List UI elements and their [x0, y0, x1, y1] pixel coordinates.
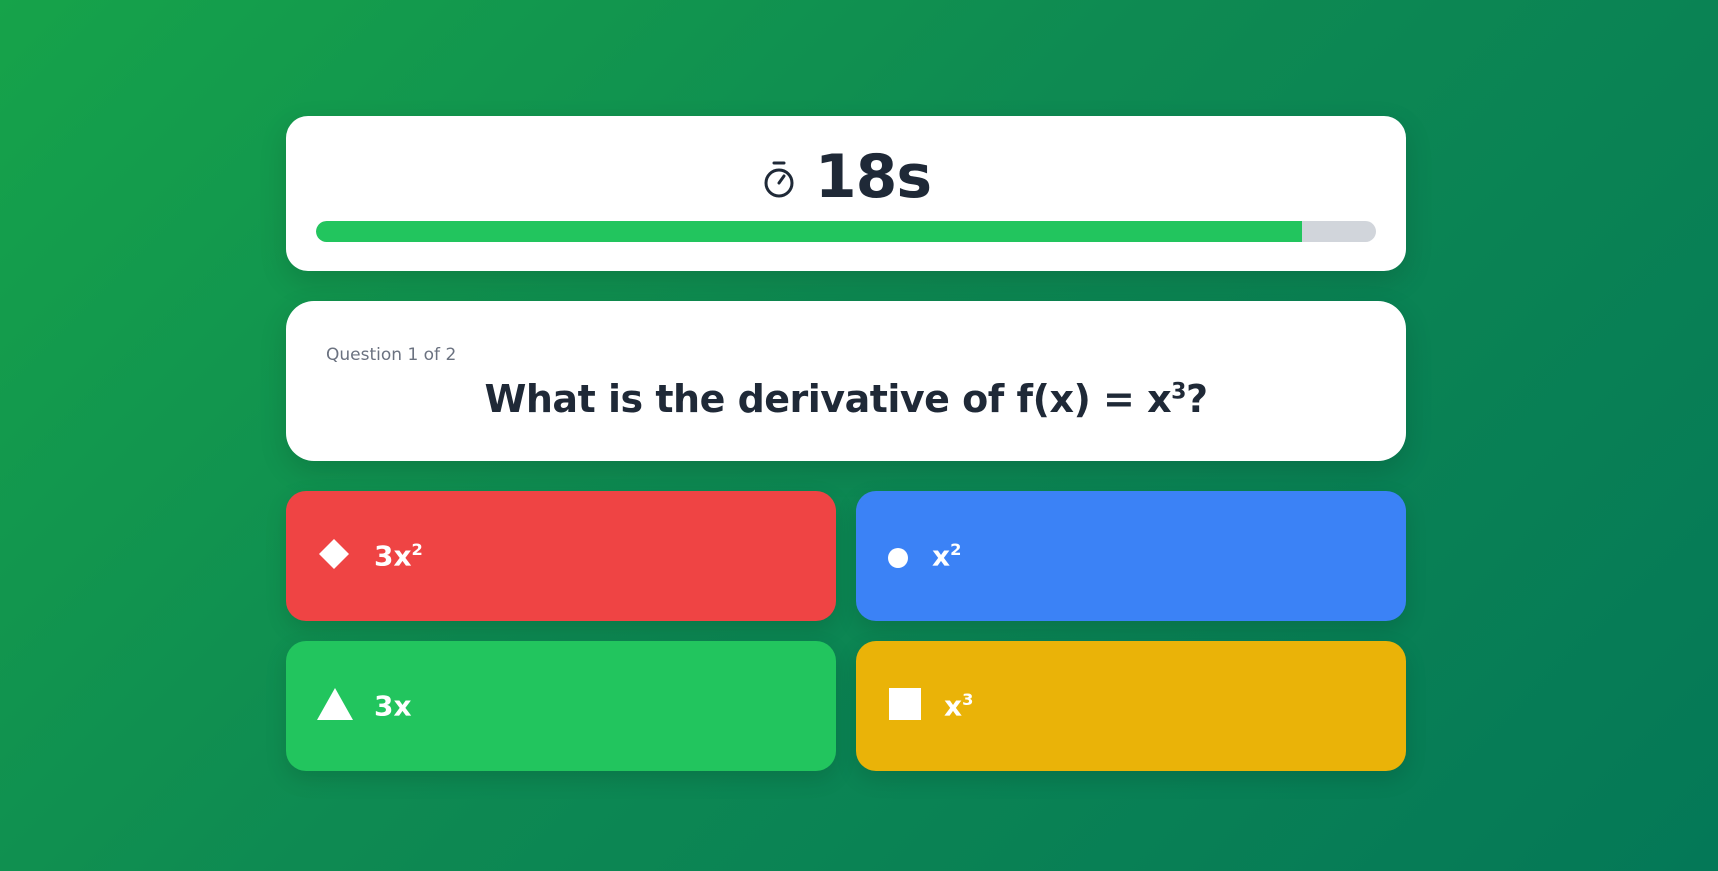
answer-label: 3x2 [374, 540, 423, 573]
question-text-exponent: 3 [1171, 379, 1186, 405]
timer-row: 18s [286, 142, 1406, 212]
answer-label-base: 3x [374, 689, 412, 723]
square-icon [889, 688, 921, 724]
answer-option-diamond[interactable]: 3x2 [286, 491, 836, 621]
answer-label: 3x [374, 690, 412, 723]
answer-option-triangle[interactable]: 3x [286, 641, 836, 771]
triangle-icon [317, 688, 353, 724]
answer-label: x2 [932, 540, 961, 573]
answer-label-exponent: 2 [411, 540, 423, 560]
answer-label-exponent: 2 [950, 540, 962, 560]
question-text-end: ? [1185, 377, 1208, 421]
answer-label-base: x [944, 689, 963, 723]
question-text: What is the derivative of f(x) = x3? [286, 377, 1406, 421]
question-counter: Question 1 of 2 [326, 345, 457, 365]
answer-label-base: x [932, 539, 951, 573]
answer-option-circle[interactable]: x2 [856, 491, 1406, 621]
timer-card: 18s [286, 116, 1406, 271]
answer-label-base: 3x [374, 539, 412, 573]
timer-progress-fill [316, 221, 1302, 242]
circle-icon [888, 548, 908, 572]
timer-seconds: 18s [814, 142, 932, 212]
question-card: Question 1 of 2 What is the derivative o… [286, 301, 1406, 461]
diamond-icon [318, 538, 350, 574]
stopwatch-icon [761, 156, 797, 200]
answer-label: x3 [944, 690, 973, 723]
question-text-main: What is the derivative of f(x) = x [484, 377, 1172, 421]
answer-label-exponent: 3 [962, 690, 974, 710]
answer-option-square[interactable]: x3 [856, 641, 1406, 771]
timer-progress-bar [316, 221, 1376, 242]
